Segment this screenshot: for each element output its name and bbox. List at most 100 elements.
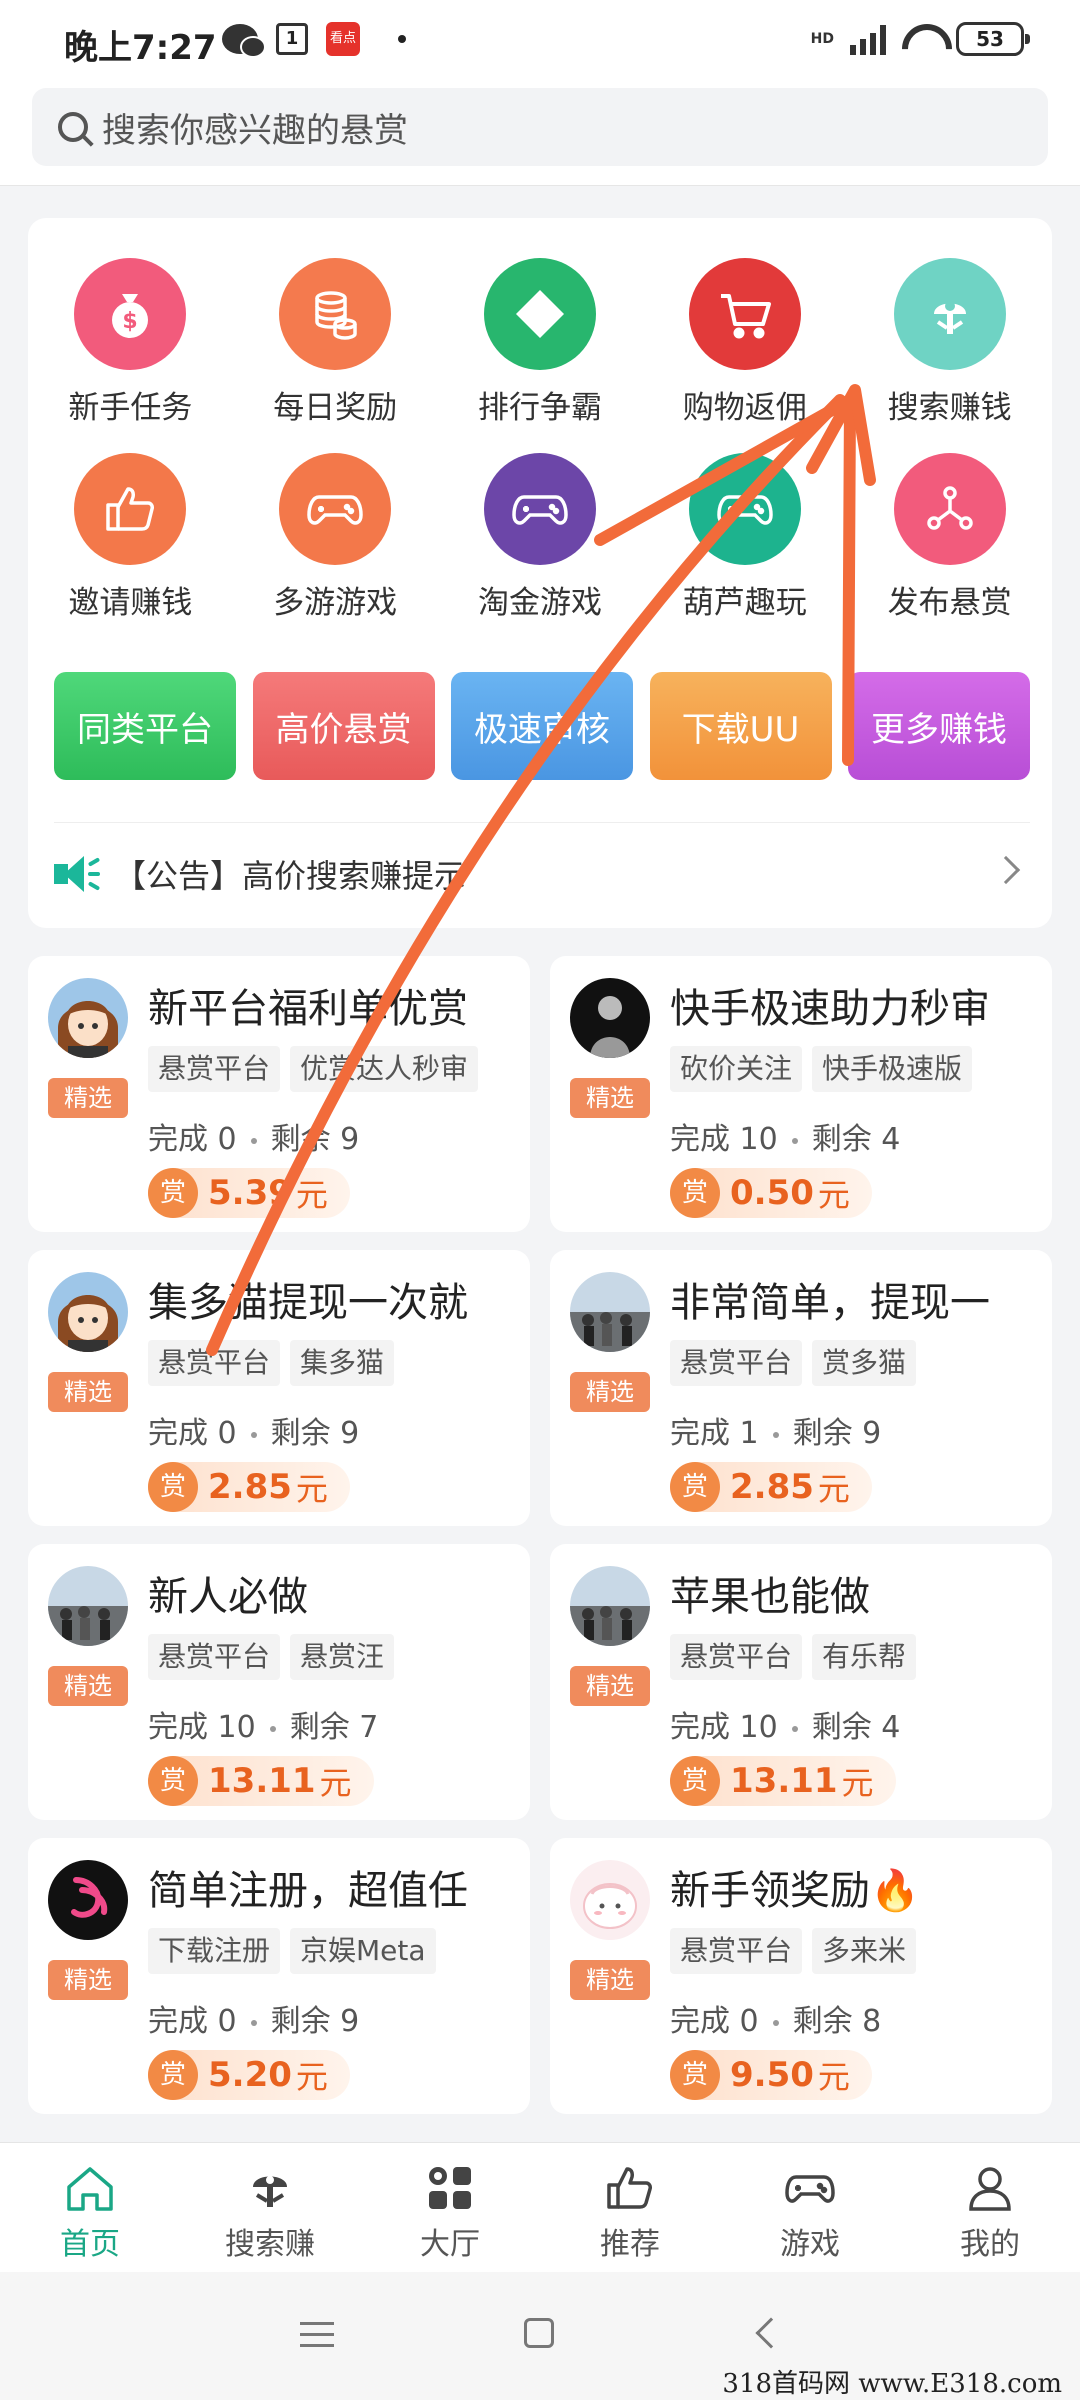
status-right-icons: HD 53: [811, 22, 1030, 56]
diamond-icon: [483, 258, 596, 370]
task-remaining-count: 剩余 7: [289, 1710, 379, 1745]
nav-recommend[interactable]: 推荐: [540, 2143, 720, 2272]
nav-games[interactable]: 游戏: [720, 2143, 900, 2272]
quick-buttons: 同类平台 高价悬赏 极速审核 下载UU 更多赚钱: [54, 672, 1030, 780]
featured-badge: 精选: [48, 1372, 128, 1412]
task-tag: 京娱Meta: [290, 1928, 436, 1974]
reward-amount: 9.50: [730, 2055, 814, 2095]
featured-badge: 精选: [48, 1078, 128, 1118]
task-remaining-count: 剩余 9: [270, 2004, 360, 2039]
separator-dot: [250, 1137, 257, 1144]
reward-pill: 赏 13.11 元: [670, 1756, 896, 1806]
task-stats: 完成 0 剩余 9: [148, 1996, 359, 2040]
watermark: 318首码网 www.E318.com: [722, 2369, 1062, 2399]
grid-item-daily-reward[interactable]: 每日奖励: [233, 258, 438, 427]
nav-label: 大厅: [420, 2227, 480, 2262]
grid-item-newbie-task[interactable]: $ 新手任务: [28, 258, 233, 427]
task-card[interactable]: 精选 集多猫提现一次就 悬赏平台 集多猫 完成 0 剩余 9 赏 2.85 元: [28, 1250, 530, 1526]
grid-item-taojin-game[interactable]: 淘金游戏: [438, 453, 643, 622]
news-app-icon: 看点: [326, 22, 360, 56]
quick-button-fast-review[interactable]: 极速审核: [451, 672, 633, 780]
system-home-icon[interactable]: [524, 2318, 554, 2348]
task-tag: 有乐帮: [812, 1634, 917, 1680]
grid-item-hulu-fun[interactable]: 葫芦趣玩: [642, 453, 847, 622]
avatar: [48, 1566, 128, 1646]
nav-label: 首页: [60, 2227, 120, 2262]
grid-item-publish-reward[interactable]: 发布悬赏: [847, 453, 1052, 622]
reward-unit: 元: [319, 1764, 352, 1802]
task-title: 新人必做: [148, 1574, 308, 1620]
quick-button-more-earn[interactable]: 更多赚钱: [848, 672, 1030, 780]
recents-icon[interactable]: [300, 2322, 334, 2355]
task-card[interactable]: 精选 苹果也能做 悬赏平台 有乐帮 完成 10 剩余 4 赏 13.11 元: [550, 1544, 1052, 1820]
grid-item-search-earn[interactable]: 搜索赚钱: [847, 258, 1052, 427]
task-stats: 完成 10 剩余 7: [148, 1702, 378, 1746]
nav-search-earn[interactable]: 搜索赚: [180, 2143, 360, 2272]
task-card[interactable]: 精选 新人必做 悬赏平台 悬赏汪 完成 10 剩余 7 赏 13.11 元: [28, 1544, 530, 1820]
reward-label: 赏: [148, 2050, 198, 2100]
feature-grid: $ 新手任务 每日奖励 排行争霸 购物返佣 搜索赚钱 邀请赚钱 多游游戏 淘金游…: [28, 258, 1052, 622]
nav-hall[interactable]: 大厅: [360, 2143, 540, 2272]
task-card[interactable]: 精选 新手领奖励🔥 悬赏平台 多来米 完成 0 剩余 8 赏 9.50 元: [550, 1838, 1052, 2114]
reward-label: 赏: [148, 1168, 198, 1218]
task-remaining-count: 剩余 9: [270, 1416, 360, 1451]
task-card[interactable]: 精选 快手极速助力秒审 砍价关注 快手极速版 完成 10 剩余 4 赏 0.50 元: [550, 956, 1052, 1232]
more-notifications-dot: [398, 35, 406, 43]
avatar: [570, 1860, 650, 1940]
nav-label: 我的: [960, 2227, 1020, 2262]
divider: [54, 822, 1030, 823]
cart-icon: [688, 258, 801, 370]
task-tags: 悬赏平台 优赏达人秒审: [148, 1046, 479, 1092]
task-card[interactable]: 精选 简单注册，超值任 下载注册 京娱Meta 完成 0 剩余 9 赏 5.20 元: [28, 1838, 530, 2114]
announcement-text: 【公告】高价搜索赚提示: [114, 857, 467, 895]
grid-item-ranking[interactable]: 排行争霸: [438, 258, 643, 427]
task-stats: 完成 10 剩余 4: [670, 1114, 900, 1158]
quick-button-similar-platforms[interactable]: 同类平台: [54, 672, 236, 780]
hall-icon: [429, 2167, 471, 2209]
reward-unit: 元: [295, 1470, 328, 1508]
featured-badge: 精选: [48, 1960, 128, 2000]
grid-item-invite-earn[interactable]: 邀请赚钱: [28, 453, 233, 622]
task-tag: 悬赏平台: [670, 1928, 803, 1974]
task-card[interactable]: 精选 非常简单，提现一 悬赏平台 赏多猫 完成 1 剩余 9 赏 2.85 元: [550, 1250, 1052, 1526]
grid-label: 每日奖励: [273, 390, 398, 426]
separator-dot: [772, 1431, 779, 1438]
announcement-bar[interactable]: 【公告】高价搜索赚提示: [54, 838, 1030, 910]
battery-icon: 53: [956, 22, 1030, 56]
task-tags: 悬赏平台 赏多猫: [670, 1340, 917, 1386]
calendar-icon: 1: [276, 23, 308, 55]
grid-item-shopping-rebate[interactable]: 购物返佣: [642, 258, 847, 427]
reward-label: 赏: [670, 2050, 720, 2100]
back-icon[interactable]: [755, 2317, 787, 2349]
nav-home[interactable]: 首页: [0, 2143, 180, 2272]
task-tag: 悬赏汪: [290, 1634, 395, 1680]
search-icon: [58, 112, 88, 142]
task-done-count: 完成 10: [148, 1710, 256, 1745]
task-tags: 悬赏平台 悬赏汪: [148, 1634, 395, 1680]
reward-unit: 元: [841, 1764, 874, 1802]
separator-dot: [269, 1725, 276, 1732]
quick-button-high-reward[interactable]: 高价悬赏: [252, 672, 435, 780]
grid-item-duoyou-game[interactable]: 多游游戏: [233, 453, 438, 622]
reward-unit: 元: [295, 1176, 328, 1214]
featured-badge: 精选: [570, 1960, 650, 2000]
reward-pill: 赏 0.50 元: [670, 1168, 872, 1218]
task-done-count: 完成 1: [670, 1416, 759, 1451]
task-card[interactable]: 精选 新平台福利单优赏 悬赏平台 优赏达人秒审 完成 0 剩余 9 赏 5.39 元: [28, 956, 530, 1232]
grid-label: 购物返佣: [682, 390, 807, 426]
task-tags: 悬赏平台 集多猫: [148, 1340, 395, 1386]
quick-button-download-uu[interactable]: 下载UU: [649, 672, 832, 780]
reward-amount: 5.20: [208, 2055, 292, 2095]
task-tag: 悬赏平台: [148, 1340, 281, 1386]
task-title: 非常简单，提现一: [670, 1280, 990, 1326]
share-node-icon: [893, 453, 1006, 565]
nav-profile[interactable]: 我的: [900, 2143, 1080, 2272]
avatar: [570, 978, 650, 1058]
grid-label: 多游游戏: [273, 585, 398, 621]
reward-amount: 0.50: [730, 1173, 814, 1213]
task-stats: 完成 1 剩余 9: [670, 1408, 881, 1452]
task-remaining-count: 剩余 4: [811, 1122, 901, 1157]
search-input[interactable]: 搜索你感兴趣的悬赏: [32, 88, 1048, 166]
task-done-count: 完成 0: [670, 2004, 759, 2039]
task-title: 新平台福利单优赏: [148, 986, 468, 1032]
